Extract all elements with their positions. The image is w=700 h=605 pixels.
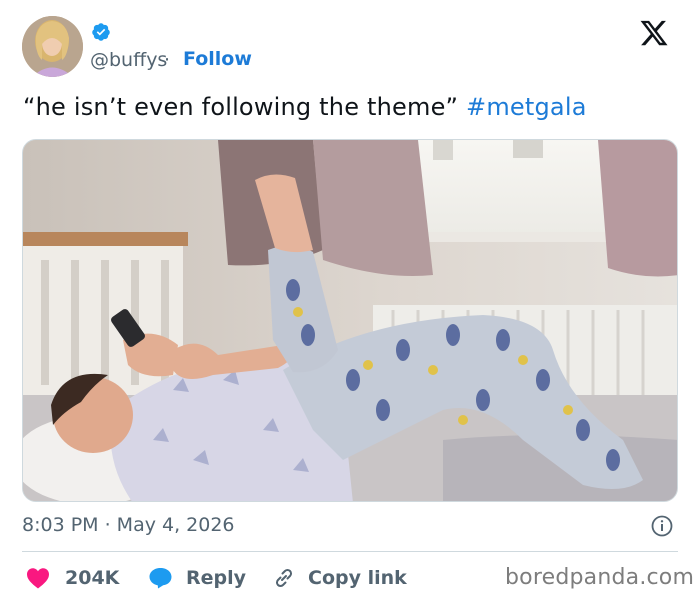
watermark: boredpanda.com xyxy=(505,565,695,590)
tweet-card: @buffys · Follow “he isn’t even followin… xyxy=(0,0,700,605)
separator-dot: · xyxy=(164,49,171,71)
x-logo-icon[interactable] xyxy=(638,18,670,48)
tweet-text: “he isn’t even following the theme” #met… xyxy=(23,93,587,121)
reply-bubble-icon xyxy=(149,568,172,589)
tweet-media-image[interactable] xyxy=(22,139,678,502)
tweet-body: “he isn’t even following the theme” xyxy=(23,93,459,121)
like-count: 204K xyxy=(65,567,120,589)
reply-button[interactable]: Reply xyxy=(148,565,246,591)
divider xyxy=(22,551,678,552)
avatar[interactable] xyxy=(22,16,83,77)
copy-link-button[interactable]: Copy link xyxy=(272,565,407,591)
link-icon xyxy=(275,568,293,588)
like-button[interactable]: 204K xyxy=(26,565,119,591)
reply-label: Reply xyxy=(186,567,247,589)
copy-link-label: Copy link xyxy=(308,567,407,589)
heart-icon xyxy=(27,568,49,589)
verified-badge-icon xyxy=(92,23,110,41)
user-handle[interactable]: @buffys xyxy=(90,49,167,71)
hashtag-link[interactable]: #metgala xyxy=(466,93,587,121)
info-icon[interactable] xyxy=(650,514,674,538)
follow-button[interactable]: Follow xyxy=(183,48,252,70)
tweet-timestamp[interactable]: 8:03 PM · May 4, 2026 xyxy=(22,514,235,536)
